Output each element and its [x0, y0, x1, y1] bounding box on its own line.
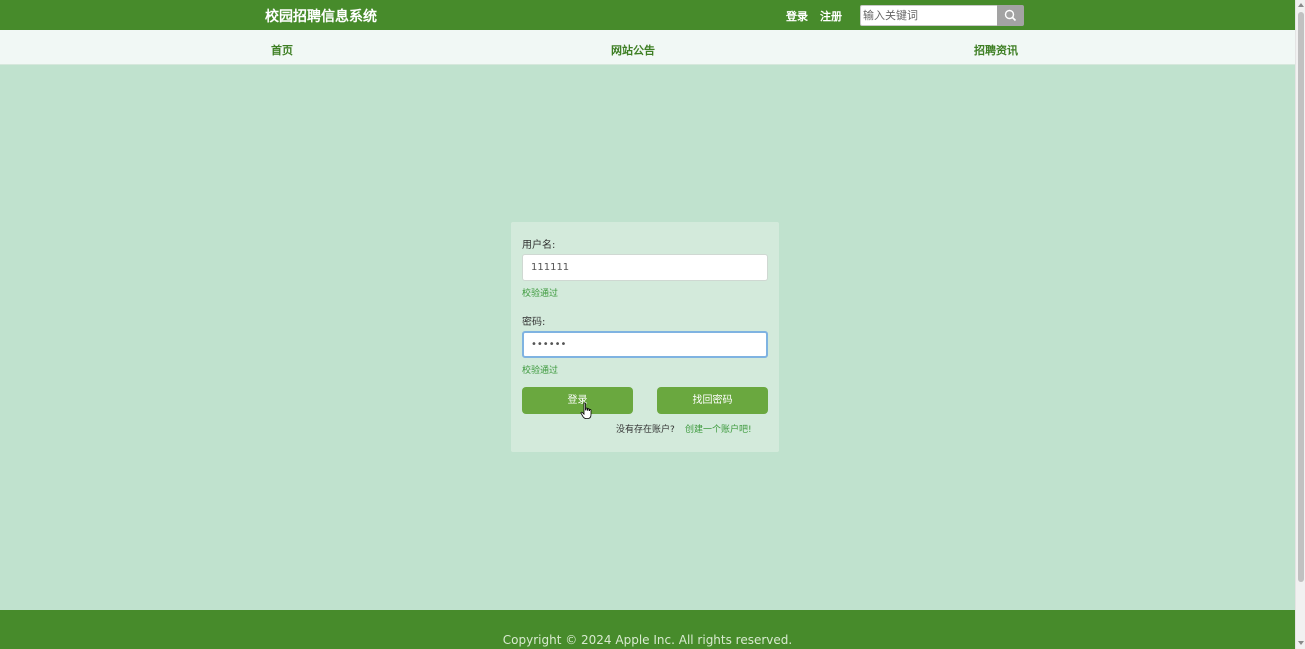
- password-input[interactable]: ••••••: [522, 331, 768, 358]
- header-login-link[interactable]: 登录: [786, 8, 808, 24]
- main-nav: 首页 网站公告 招聘资讯: [0, 30, 1295, 65]
- username-label: 用户名:: [522, 240, 556, 251]
- login-panel: 用户名: 111111 校验通过 密码: •••••• 校验通过 登录 找回密码…: [511, 222, 779, 452]
- username-input[interactable]: 111111: [522, 254, 768, 281]
- scroll-down-arrow-icon[interactable]: [1298, 641, 1304, 645]
- password-valid-message: 校验通过: [522, 366, 559, 376]
- scroll-up-arrow-icon[interactable]: [1298, 3, 1304, 7]
- site-title: 校园招聘信息系统: [265, 9, 377, 25]
- top-header-bar: 校园招聘信息系统 登录 注册 输入关键词: [0, 0, 1295, 30]
- header-register-link[interactable]: 注册: [820, 8, 842, 24]
- username-valid-message: 校验通过: [522, 289, 559, 299]
- vertical-scrollbar[interactable]: [1295, 0, 1305, 649]
- login-button[interactable]: 登录: [522, 387, 633, 414]
- create-account-link[interactable]: 创建一个账户吧!: [685, 422, 752, 435]
- search-button[interactable]: [997, 5, 1024, 26]
- search-input[interactable]: 输入关键词: [860, 5, 998, 26]
- forgot-password-button[interactable]: 找回密码: [657, 387, 768, 414]
- copyright-text: Copyright © 2024 Apple Inc. All rights r…: [502, 633, 793, 647]
- footer: Copyright © 2024 Apple Inc. All rights r…: [0, 610, 1295, 649]
- nav-item-home[interactable]: 首页: [271, 42, 293, 58]
- nav-item-announcements[interactable]: 网站公告: [611, 42, 655, 58]
- password-label: 密码:: [522, 317, 546, 328]
- search-icon: [1004, 9, 1017, 22]
- nav-item-recruitment-news[interactable]: 招聘资讯: [974, 42, 1018, 58]
- no-account-text: 没有存在账户?: [616, 425, 675, 435]
- hand-cursor-icon: [580, 402, 592, 419]
- scroll-thumb[interactable]: [1298, 12, 1304, 582]
